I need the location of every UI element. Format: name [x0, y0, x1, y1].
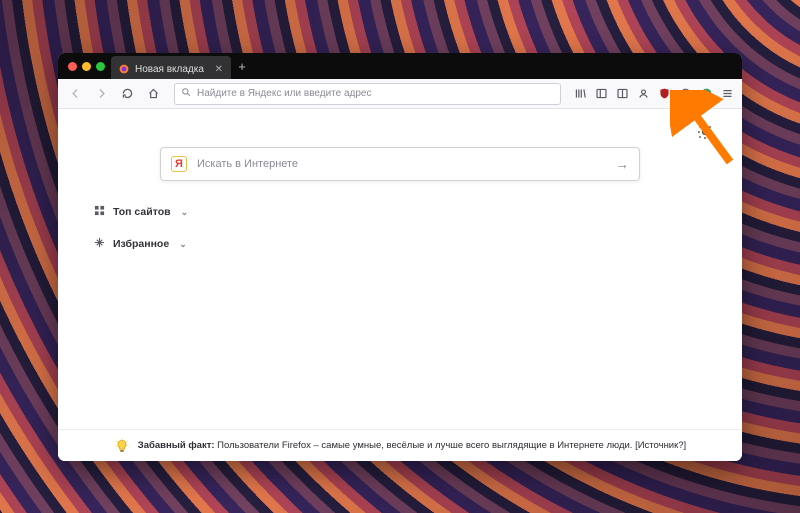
- search-go-icon[interactable]: →: [615, 156, 629, 172]
- window-controls: [64, 53, 111, 79]
- yandex-letter: Я: [175, 159, 183, 170]
- account-button[interactable]: [634, 85, 652, 103]
- newtab-settings-button[interactable]: [696, 123, 714, 141]
- ublock-icon[interactable]: [655, 85, 673, 103]
- firefox-favicon-icon: [119, 64, 129, 74]
- nav-toolbar: Найдите в Яндекс или введите адрес: [58, 79, 742, 109]
- url-bar-placeholder: Найдите в Яндекс или введите адрес: [197, 88, 371, 99]
- window-minimize-button[interactable]: [82, 62, 91, 71]
- library-button[interactable]: [571, 85, 589, 103]
- snippet-label: Забавный факт:: [138, 440, 215, 451]
- newtab-content: Я Искать в Интернете → Топ сайтов ⌄ Избр…: [58, 109, 742, 461]
- privacy-badger-icon[interactable]: [697, 85, 715, 103]
- reload-button[interactable]: [116, 83, 138, 105]
- yandex-icon: Я: [171, 156, 187, 172]
- forward-button[interactable]: [90, 83, 112, 105]
- snippet-body: Пользователи Firefox – самые умные, весё…: [217, 440, 632, 451]
- newtab-snippet: Забавный факт: Пользователи Firefox – са…: [58, 429, 742, 461]
- section-highlights-label: Избранное: [113, 238, 169, 250]
- sidebar-button[interactable]: [592, 85, 610, 103]
- search-icon: [181, 87, 191, 100]
- new-tab-button[interactable]: +: [231, 53, 253, 79]
- home-button[interactable]: [142, 83, 164, 105]
- container-button[interactable]: [613, 85, 631, 103]
- sparkle-icon: [94, 237, 105, 251]
- section-topsites-label: Топ сайтов: [113, 206, 171, 218]
- hamburger-menu-button[interactable]: [718, 85, 736, 103]
- grid-icon: [94, 205, 105, 219]
- tab-close-icon[interactable]: ✕: [215, 64, 223, 75]
- newtab-search-box[interactable]: Я Искать в Интернете →: [160, 147, 640, 181]
- snippet-source-link[interactable]: [Источник?]: [635, 440, 686, 451]
- newtab-search-placeholder: Искать в Интернете: [197, 158, 298, 170]
- section-highlights[interactable]: Избранное ⌄: [94, 237, 714, 251]
- tab-strip: Новая вкладка ✕ +: [58, 53, 742, 79]
- section-topsites[interactable]: Топ сайтов ⌄: [94, 205, 714, 219]
- noscript-icon[interactable]: [676, 85, 694, 103]
- back-button[interactable]: [64, 83, 86, 105]
- browser-window: Новая вкладка ✕ + Найдите в Яндекс или в…: [58, 53, 742, 461]
- window-close-button[interactable]: [68, 62, 77, 71]
- url-bar[interactable]: Найдите в Яндекс или введите адрес: [174, 83, 561, 105]
- snippet-text: Забавный факт: Пользователи Firefox – са…: [138, 440, 686, 451]
- window-zoom-button[interactable]: [96, 62, 105, 71]
- chevron-down-icon: ⌄: [179, 239, 187, 250]
- chevron-down-icon: ⌄: [181, 207, 189, 218]
- tab-title: Новая вкладка: [135, 64, 204, 75]
- newtab-sections: Топ сайтов ⌄ Избранное ⌄: [86, 205, 714, 251]
- lightbulb-icon: [114, 438, 130, 454]
- toolbar-extensions: [571, 85, 736, 103]
